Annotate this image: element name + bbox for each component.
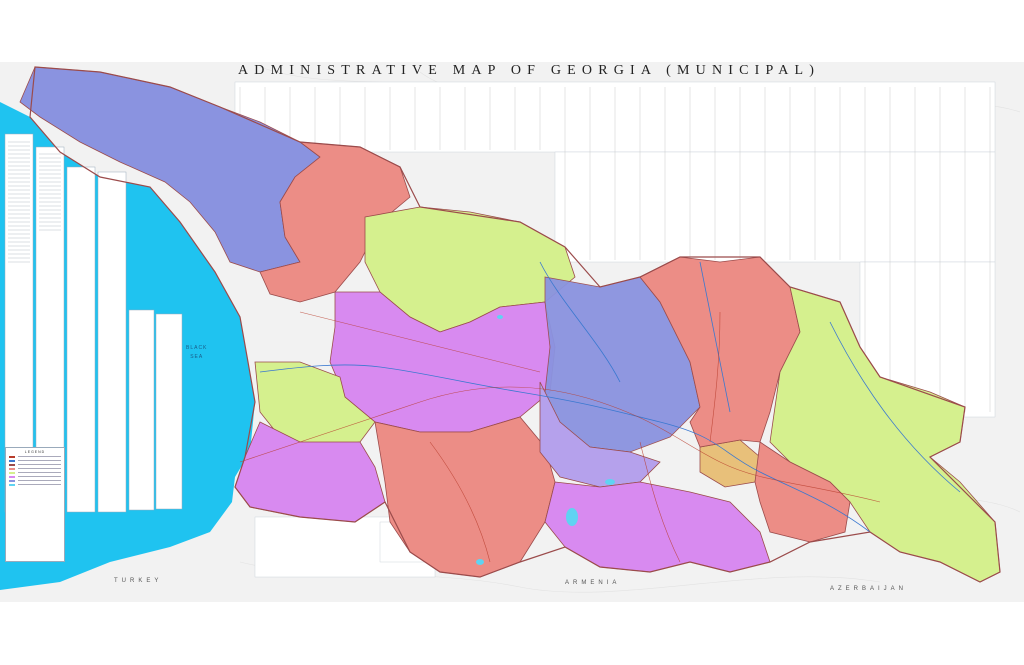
legend-row (9, 463, 61, 466)
legend-panel: LEGEND (5, 447, 65, 562)
label-armenia: ARMENIA (565, 580, 621, 586)
legend-row (9, 467, 61, 470)
legend-row (9, 459, 61, 462)
label-black-sea: BLACK SEA (186, 345, 208, 360)
legend-row (9, 475, 61, 478)
map-title: ADMINISTRATIVE MAP OF GEORGIA (MUNICIPAL… (238, 63, 821, 78)
label-azerbaijan: AZERBAIJAN (830, 586, 908, 592)
legend-row (9, 479, 61, 482)
label-turkey: TURKEY (114, 578, 163, 584)
legend-row (9, 483, 61, 486)
map-frame[interactable] (0, 62, 1024, 602)
legend-row (9, 455, 61, 458)
legend-title: LEGEND (24, 450, 46, 454)
legend-row (9, 471, 61, 474)
